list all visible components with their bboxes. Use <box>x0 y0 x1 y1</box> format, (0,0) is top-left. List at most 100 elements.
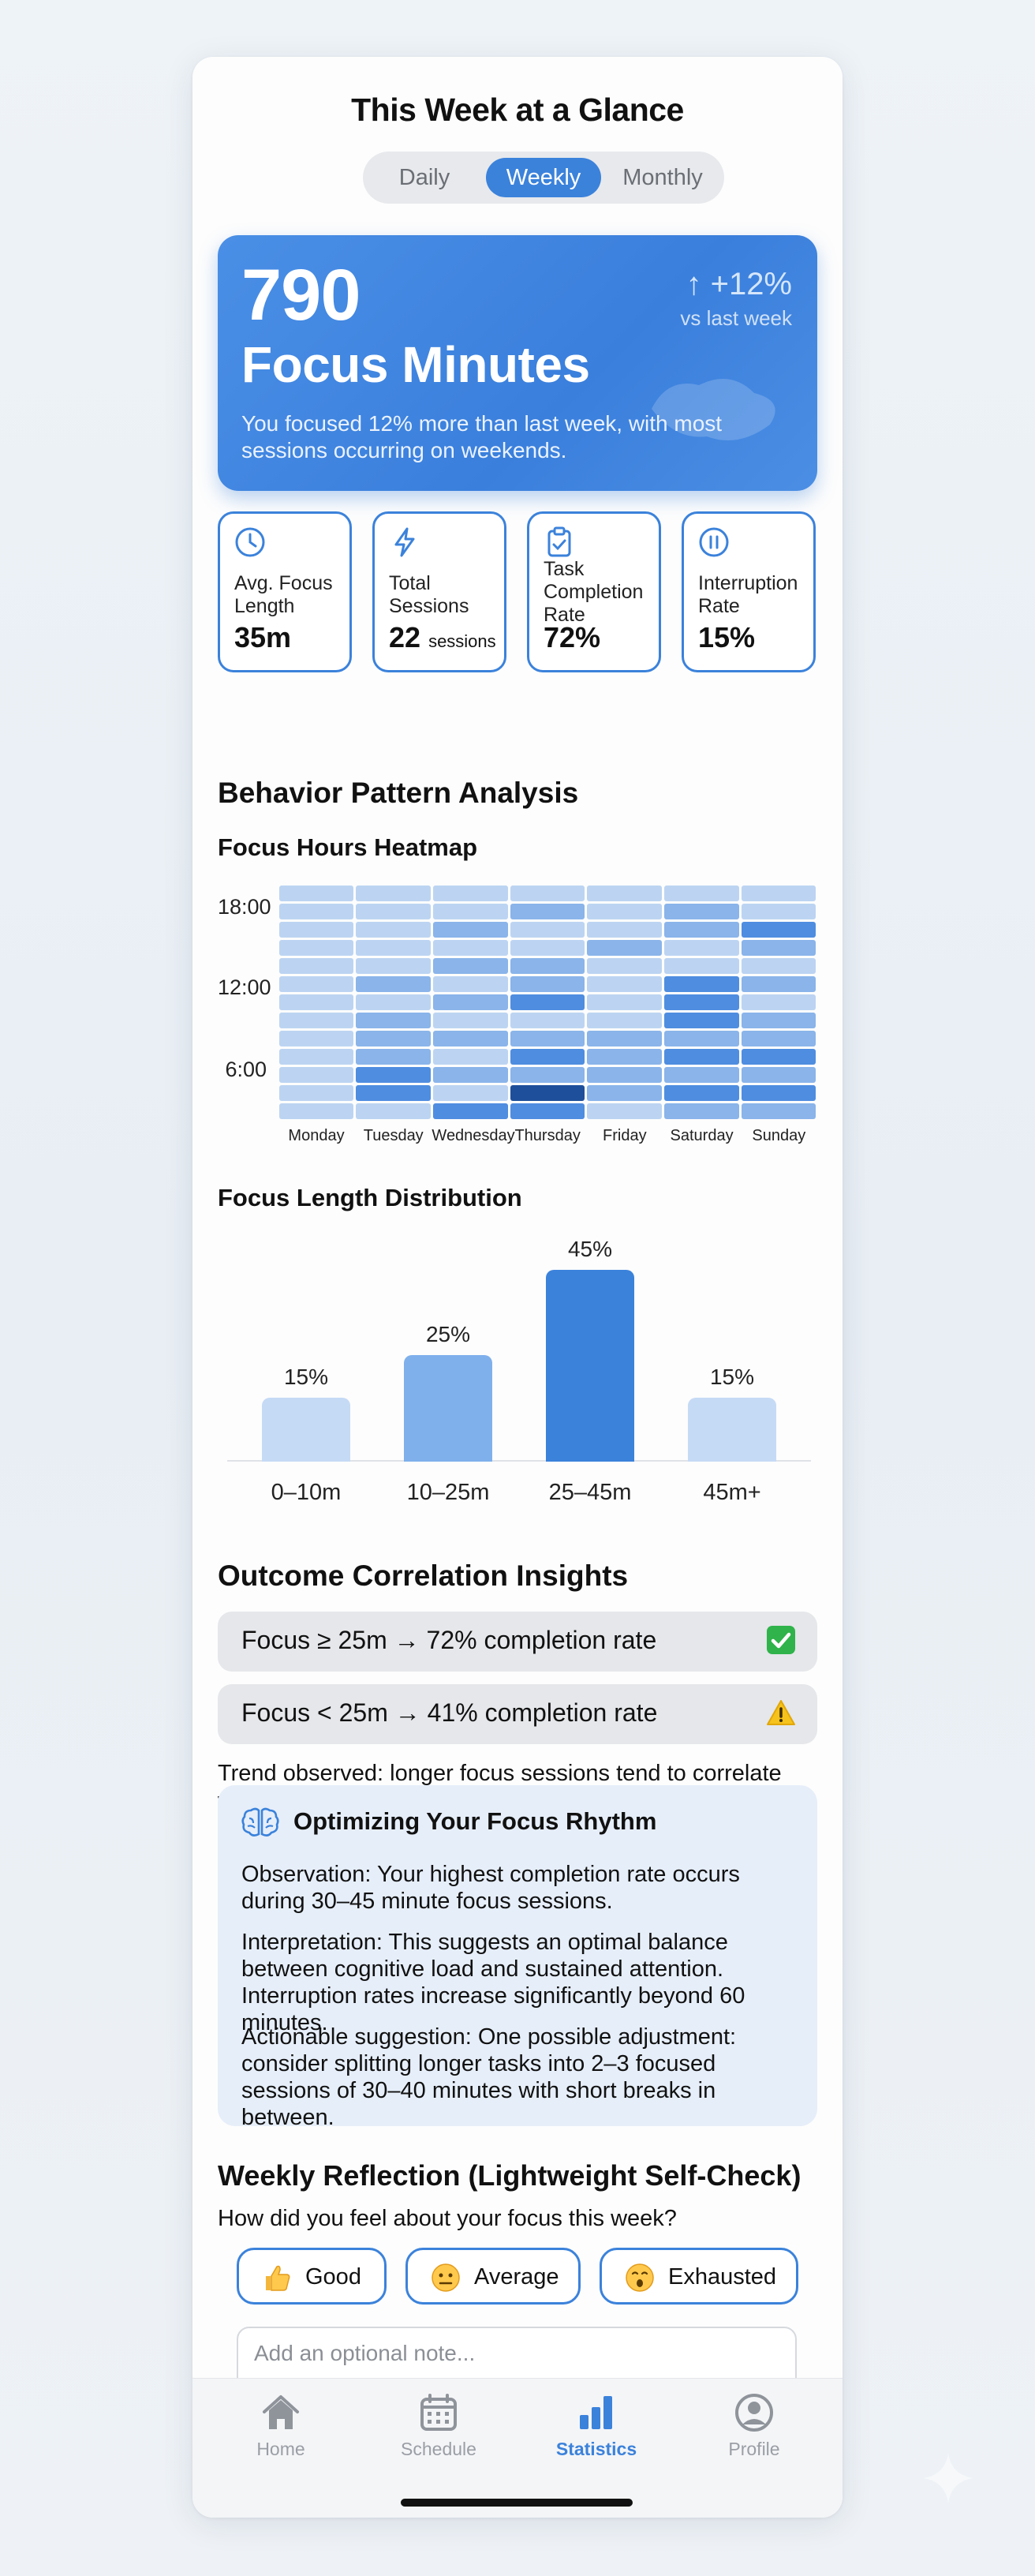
pause-icon <box>699 527 729 557</box>
heatmap-cell <box>278 885 354 901</box>
heatmap-cell <box>278 1049 354 1065</box>
stat-unit: sessions <box>428 631 496 651</box>
tab-monthly[interactable]: Monthly <box>609 158 716 197</box>
heatmap-cell <box>432 1085 508 1102</box>
heatmap-cell <box>432 1103 508 1120</box>
stat-value: 72% <box>544 621 601 653</box>
heatmap-y-label: 18:00 <box>218 895 271 919</box>
focus-summary-text: You focused 12% more than last week, wit… <box>241 411 723 462</box>
home-icon <box>263 2395 299 2429</box>
heatmap-cell <box>278 921 354 938</box>
trend-delta: ↑ +12% <box>686 267 792 301</box>
stat-card-total-sessions[interactable]: Total Sessions 22 sessions <box>372 511 506 672</box>
heatmap-cell <box>356 921 431 938</box>
heatmap-cell <box>664 1013 739 1029</box>
heatmap-cell <box>278 957 354 974</box>
heatmap-cell <box>741 975 816 992</box>
distribution-bar <box>404 1355 492 1462</box>
heatmap-grid <box>278 884 817 1121</box>
heatmap-cell <box>664 994 739 1011</box>
correlation-row-high: Focus ≥ 25m → 72% completion rate <box>218 1612 817 1672</box>
heatmap-cell <box>587 939 663 956</box>
heatmap-cell <box>587 957 663 974</box>
trend-delta-note: vs last week <box>680 306 792 330</box>
calendar-icon <box>420 2394 457 2431</box>
heatmap-cell <box>741 1031 816 1047</box>
heatmap-cell <box>278 939 354 956</box>
tab-home[interactable]: Home <box>218 2390 344 2477</box>
clock-icon <box>235 527 265 557</box>
mood-label: Good <box>305 2264 361 2290</box>
heatmap-cell <box>664 1103 739 1120</box>
heatmap-cell <box>510 885 585 901</box>
tab-label: Home <box>256 2439 305 2459</box>
heatmap-cell <box>741 1085 816 1102</box>
insight-interpretation: Interpretation: This suggests an optimal… <box>241 1930 745 2035</box>
heatmap-cell <box>587 1103 663 1120</box>
tab-label: Schedule <box>401 2439 476 2459</box>
heatmap-cell <box>664 921 739 938</box>
heatmap-cell <box>278 1013 354 1029</box>
heatmap-cell <box>356 1103 431 1120</box>
stat-value: 15% <box>698 621 756 653</box>
heatmap-cell <box>587 1049 663 1065</box>
distribution-value-label: 45% <box>567 1237 613 1261</box>
behavior-section-title: Behavior Pattern Analysis <box>218 777 579 809</box>
tab-weekly[interactable]: Weekly <box>486 158 601 197</box>
heatmap-cell <box>278 1085 354 1102</box>
mood-label: Exhausted <box>668 2264 777 2290</box>
tab-daily[interactable]: Daily <box>371 158 478 197</box>
mood-good-button[interactable]: Good <box>237 2248 387 2305</box>
heatmap-cell <box>356 957 431 974</box>
heatmap-cell <box>510 921 585 938</box>
tab-profile[interactable]: Profile <box>691 2390 817 2477</box>
heatmap-x-label: Monday <box>288 1127 345 1144</box>
heatmap-cell <box>432 975 508 992</box>
heatmap-cell <box>587 885 663 901</box>
mood-exhausted-button[interactable]: Exhausted <box>600 2248 798 2305</box>
stat-value: 35m <box>234 621 292 653</box>
heatmap-cell <box>587 1031 663 1047</box>
heatmap-cell <box>278 1103 354 1120</box>
heatmap-cell <box>356 903 431 919</box>
reflection-question: How did you feel about your focus this w… <box>218 2206 677 2231</box>
heatmap-cell <box>432 1013 508 1029</box>
insight-card: Optimizing Your Focus Rhythm Observation… <box>218 1785 817 2130</box>
heatmap-cell <box>432 957 508 974</box>
heatmap-cell <box>432 1067 508 1084</box>
heatmap-cell <box>510 1013 585 1029</box>
heatmap-x-label: Friday <box>603 1127 647 1144</box>
heatmap-cell <box>587 994 663 1011</box>
heatmap-cell <box>278 1031 354 1047</box>
heatmap-cell <box>432 939 508 956</box>
heatmap-cell <box>587 921 663 938</box>
heatmap-y-label: 12:00 <box>218 975 271 999</box>
note-placeholder: Add an optional note... <box>254 2341 476 2365</box>
insight-suggestion: Actionable suggestion: One possible adju… <box>241 2024 737 2130</box>
insight-title: Optimizing Your Focus Rhythm <box>293 1807 657 1835</box>
focus-minutes-card: 790 Focus Minutes ↑ +12% vs last week Yo… <box>218 235 817 491</box>
stat-label: Total Sessions <box>389 572 469 617</box>
stat-value: 22 sessions <box>389 621 496 653</box>
heatmap-title: Focus Hours Heatmap <box>218 833 478 861</box>
distribution-value-label: 25% <box>425 1322 471 1346</box>
heatmap-cell <box>356 1031 431 1047</box>
tab-statistics[interactable]: Statistics <box>533 2390 659 2477</box>
correlation-row-low: Focus < 25m → 41% completion rate <box>218 1684 817 1744</box>
stat-card-avg-focus[interactable]: Avg. Focus Length 35m <box>218 511 352 672</box>
heatmap-cell <box>510 1067 585 1084</box>
stat-card-task-completion[interactable]: Task Completion Rate 72% <box>527 511 661 672</box>
heatmap-cell <box>664 957 739 974</box>
heatmap-cell <box>356 1085 431 1102</box>
mood-average-button[interactable]: Average <box>405 2248 581 2305</box>
heatmap-cell <box>356 1013 431 1029</box>
tab-schedule[interactable]: Schedule <box>376 2390 502 2477</box>
stat-label: Avg. Focus Length <box>234 572 333 617</box>
distribution-category-label: 0–10m <box>271 1480 342 1505</box>
heatmap-cell <box>664 1085 739 1102</box>
stat-label: Task Completion Rate <box>544 558 644 626</box>
heatmap-cell <box>664 939 739 956</box>
correlation-text: Focus ≥ 25m → 72% completion rate <box>241 1626 657 1654</box>
heatmap-cell <box>356 994 431 1011</box>
stat-card-interruption[interactable]: Interruption Rate 15% <box>682 511 816 672</box>
